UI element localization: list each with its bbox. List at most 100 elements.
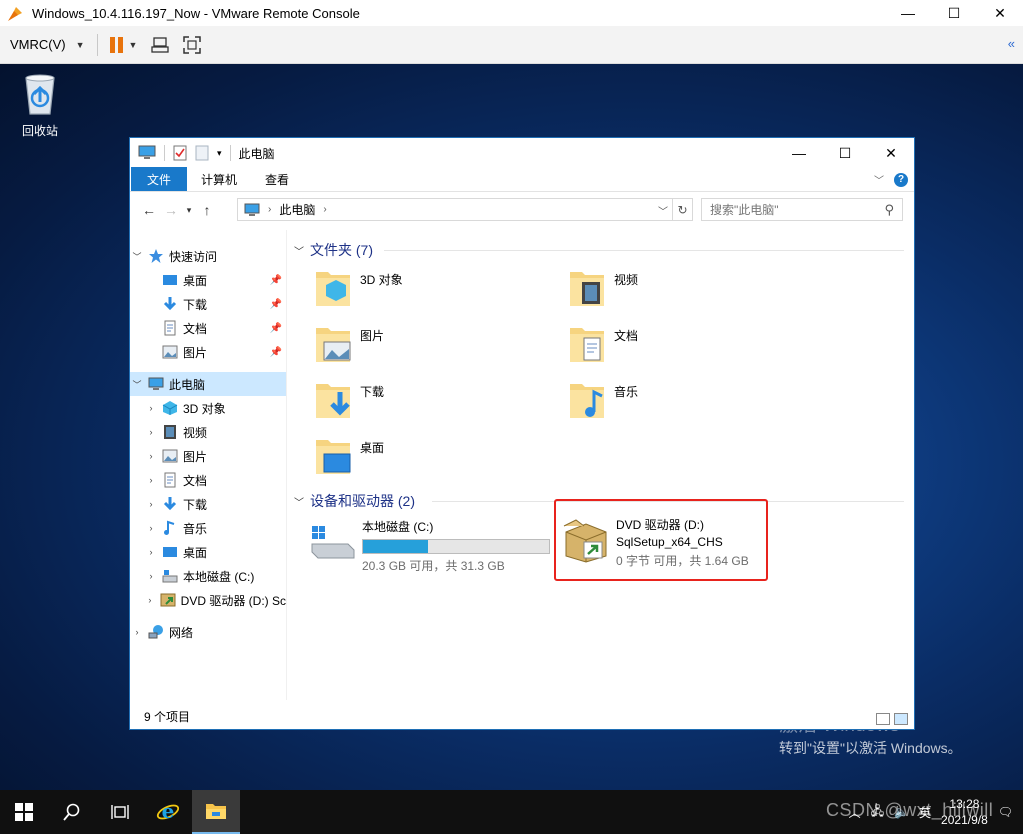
- collapsed-chevron-icon[interactable]: ›: [144, 547, 158, 557]
- up-arrow-icon[interactable]: ↑: [196, 202, 218, 218]
- nav-quick-pictures[interactable]: 图片 📌: [130, 340, 286, 364]
- desktop-icon: [163, 275, 177, 285]
- drive-c-usage-fill: [363, 540, 429, 553]
- nav-dvd-drive-d[interactable]: › DVD 驱动器 (D:) Sc: [130, 588, 286, 612]
- nav-quick-access-label: 快速访问: [169, 249, 218, 264]
- file-explorer-taskbar-button[interactable]: [192, 790, 240, 834]
- nav-quick-documents[interactable]: 文档 📌: [130, 316, 286, 340]
- search-input[interactable]: [710, 202, 870, 217]
- collapsed-chevron-icon[interactable]: ›: [144, 451, 158, 461]
- help-icon[interactable]: ?: [894, 172, 908, 187]
- collapsed-chevron-icon[interactable]: ›: [144, 595, 156, 605]
- recent-locations-icon[interactable]: ▾: [182, 205, 196, 216]
- internet-explorer-button[interactable]: e: [144, 790, 192, 834]
- nav-3d-objects[interactable]: › 3D 对象: [130, 396, 286, 420]
- vmrc-menu-button[interactable]: VMRC(V) ▼: [10, 37, 85, 52]
- vmrc-minimize-button[interactable]: —: [885, 0, 931, 26]
- folder-downloads[interactable]: 下载: [314, 378, 384, 422]
- pin-icon[interactable]: 📌: [270, 347, 282, 358]
- collapse-toolbar-button[interactable]: «: [1008, 36, 1015, 51]
- search-box[interactable]: ⚲: [701, 198, 903, 221]
- expanded-chevron-icon[interactable]: ﹀: [130, 378, 144, 391]
- collapsed-chevron-icon[interactable]: ›: [144, 427, 158, 437]
- folder-music-icon: [570, 384, 604, 418]
- collapsed-chevron-icon[interactable]: ›: [144, 403, 158, 413]
- vmrc-app-icon: [8, 7, 22, 21]
- pin-icon[interactable]: 📌: [270, 323, 282, 334]
- folder-documents-icon: [570, 328, 604, 362]
- drive-d[interactable]: DVD 驱动器 (D:) SqlSetup_x64_CHS 0 字节 可用，共 …: [562, 516, 749, 569]
- csdn-watermark: CSDN @wxt_hillwill: [826, 800, 994, 820]
- explorer-close-button[interactable]: ✕: [868, 138, 914, 168]
- nav-network[interactable]: › 网络: [130, 620, 286, 644]
- recycle-bin-shortcut[interactable]: 回收站: [12, 72, 68, 139]
- vmrc-menu-label: VMRC(V): [10, 37, 66, 52]
- back-arrow-icon[interactable]: ←: [138, 202, 160, 218]
- refresh-icon[interactable]: ↻: [672, 199, 692, 220]
- address-history-dropdown-icon[interactable]: ﹀: [658, 203, 668, 218]
- new-folder-icon[interactable]: [195, 145, 209, 161]
- nav-videos[interactable]: › 视频: [130, 420, 286, 444]
- explorer-maximize-button[interactable]: ☐: [822, 138, 868, 168]
- nav-quick-access[interactable]: ﹀ 快速访问: [130, 244, 286, 268]
- task-view-button[interactable]: [96, 790, 144, 834]
- vmrc-close-button[interactable]: ✕: [977, 0, 1023, 26]
- collapsed-chevron-icon[interactable]: ›: [144, 475, 158, 485]
- nav-this-pc[interactable]: ﹀ 此电脑: [130, 372, 286, 396]
- details-view-icon[interactable]: [876, 713, 890, 725]
- pin-icon[interactable]: 📌: [270, 275, 282, 286]
- chevron-down-icon: ▼: [75, 39, 85, 50]
- forward-arrow-icon[interactable]: →: [160, 202, 182, 218]
- picture-icon: [162, 345, 178, 359]
- start-button[interactable]: [0, 790, 48, 834]
- expand-ribbon-icon[interactable]: ﹀: [874, 172, 884, 187]
- folder-pictures[interactable]: 图片: [314, 322, 384, 366]
- folder-3d-objects[interactable]: 3D 对象: [314, 266, 403, 310]
- breadcrumb-this-pc[interactable]: 此电脑: [279, 201, 315, 218]
- folder-music[interactable]: 音乐: [568, 378, 638, 422]
- vmrc-maximize-button[interactable]: ☐: [931, 0, 977, 26]
- folder-label: 下载: [360, 385, 385, 399]
- collapsed-chevron-icon[interactable]: ›: [130, 627, 144, 637]
- collapsed-chevron-icon[interactable]: ›: [144, 523, 158, 533]
- tiles-view-icon[interactable]: [894, 713, 908, 725]
- nav-quick-downloads[interactable]: 下载 📌: [130, 292, 286, 316]
- tab-file[interactable]: 文件: [131, 167, 187, 191]
- tab-view[interactable]: 查看: [251, 167, 303, 191]
- folder-videos[interactable]: 视频: [568, 266, 638, 310]
- folder-desktop[interactable]: 桌面: [314, 434, 384, 478]
- nav-desktop[interactable]: › 桌面: [130, 540, 286, 564]
- expanded-chevron-icon[interactable]: ﹀: [130, 250, 144, 263]
- folders-group-header[interactable]: ﹀ 文件夹 (7): [294, 240, 373, 260]
- collapse-group-icon[interactable]: ﹀: [294, 494, 304, 509]
- fullscreen-icon[interactable]: [183, 35, 202, 54]
- breadcrumb-separator-icon[interactable]: ›: [268, 204, 271, 215]
- search-button[interactable]: [48, 790, 96, 834]
- collapse-group-icon[interactable]: ﹀: [294, 243, 304, 258]
- drive-c[interactable]: 本地磁盘 (C:) 20.3 GB 可用，共 31.3 GB: [308, 518, 550, 574]
- breadcrumb-separator-icon[interactable]: ›: [323, 204, 326, 215]
- properties-icon[interactable]: [173, 145, 187, 161]
- tab-computer[interactable]: 计算机: [187, 167, 251, 191]
- nav-this-pc-label: 此电脑: [169, 377, 206, 392]
- nav-local-disk-c[interactable]: › 本地磁盘 (C:): [130, 564, 286, 588]
- pin-icon[interactable]: 📌: [270, 299, 282, 310]
- chevron-down-icon[interactable]: ▼: [129, 40, 138, 50]
- pause-icon[interactable]: [109, 36, 123, 53]
- nav-pictures[interactable]: › 图片: [130, 444, 286, 468]
- nav-music[interactable]: › 音乐: [130, 516, 286, 540]
- address-bar[interactable]: › 此电脑 › ﹀ ↻: [237, 198, 693, 221]
- collapsed-chevron-icon[interactable]: ›: [144, 499, 158, 509]
- folder-documents[interactable]: 文档: [568, 322, 638, 366]
- nav-documents[interactable]: › 文档: [130, 468, 286, 492]
- customize-quick-access-icon[interactable]: ▾: [217, 148, 222, 159]
- explorer-minimize-button[interactable]: —: [776, 138, 822, 168]
- title-divider: [229, 145, 231, 161]
- nav-item-label: DVD 驱动器 (D:) Sc: [180, 593, 286, 608]
- nav-quick-desktop[interactable]: 桌面 📌: [130, 268, 286, 292]
- send-ctrl-alt-del-icon[interactable]: [151, 36, 170, 54]
- notifications-icon[interactable]: 🗨: [998, 805, 1013, 819]
- devices-group-header[interactable]: ﹀ 设备和驱动器 (2): [294, 491, 415, 511]
- nav-downloads[interactable]: › 下载: [130, 492, 286, 516]
- collapsed-chevron-icon[interactable]: ›: [144, 571, 158, 581]
